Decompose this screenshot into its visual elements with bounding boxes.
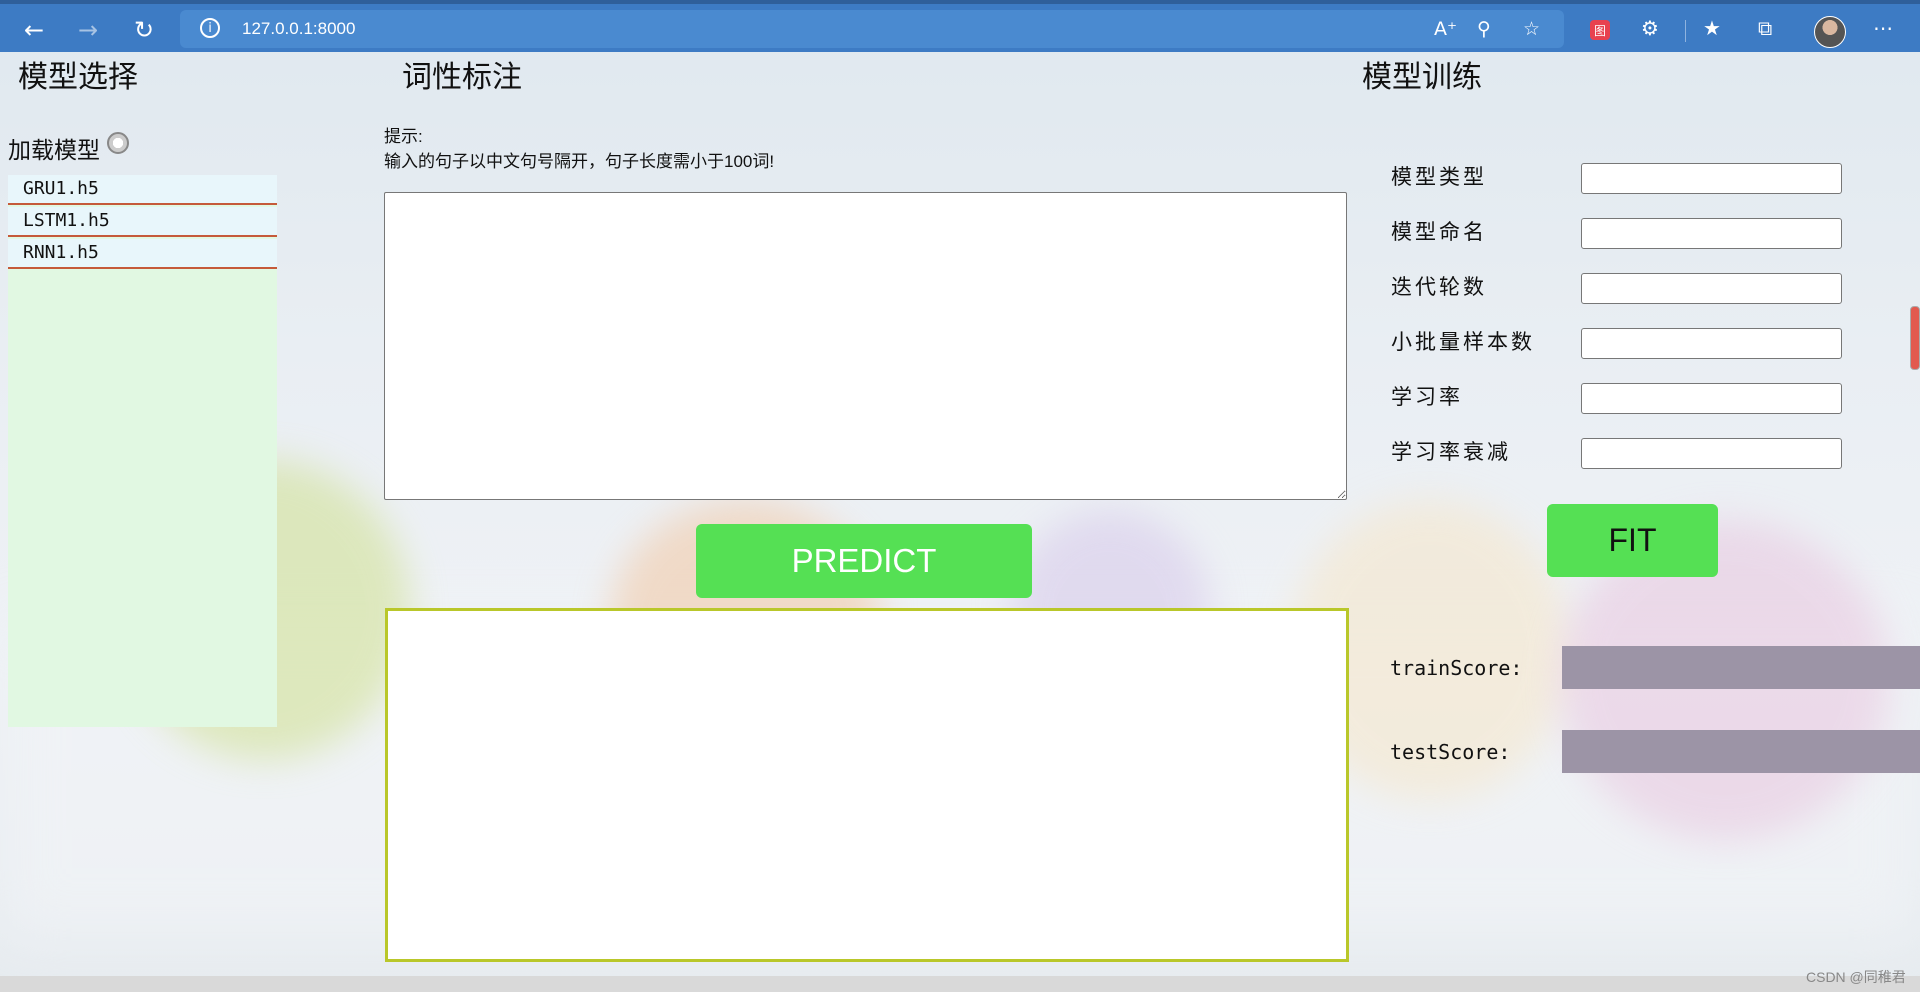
favorite-add-icon[interactable]: ☆ (1523, 18, 1540, 40)
pos-tagging-title: 词性标注 (402, 60, 522, 95)
batch-size-input[interactable] (1581, 328, 1842, 359)
address-bar[interactable]: i 127.0.0.1:8000 A⁺ ⚲ ☆ (180, 10, 1564, 48)
predict-button[interactable]: PREDICT (696, 524, 1032, 598)
forward-icon[interactable]: → (70, 12, 106, 48)
learning-rate-label: 学习率 (1391, 385, 1463, 409)
read-aloud-icon[interactable]: A⁺ (1434, 18, 1457, 40)
watermark: CSDN @同稚君 (1806, 969, 1906, 985)
train-score-value (1562, 646, 1920, 689)
model-name-input[interactable] (1581, 218, 1842, 249)
test-score-label: testScore: (1390, 740, 1511, 764)
lr-decay-input[interactable] (1581, 438, 1842, 469)
loading-spinner-icon[interactable] (107, 132, 129, 154)
fit-button[interactable]: FIT (1547, 504, 1718, 577)
extensions-puzzle-icon[interactable]: ⚙ (1641, 16, 1659, 40)
horizontal-scrollbar[interactable] (0, 976, 1920, 992)
favorites-icon[interactable]: ★ (1703, 16, 1721, 40)
load-model-label: 加载模型 (8, 138, 100, 164)
train-score-label: trainScore: (1390, 656, 1523, 680)
browser-toolbar: ← → ↻ i 127.0.0.1:8000 A⁺ ⚲ ☆ 图 ⚙ ★ ⧉ ⋯ (0, 0, 1920, 52)
site-info-icon[interactable]: i (200, 18, 220, 38)
batch-size-label: 小批量样本数 (1391, 330, 1535, 354)
model-type-label: 模型类型 (1391, 165, 1487, 189)
model-name-label: 模型命名 (1391, 220, 1487, 244)
model-training-title: 模型训练 (1362, 60, 1482, 95)
test-score-value (1562, 730, 1920, 773)
model-type-input[interactable] (1581, 163, 1842, 194)
list-item[interactable]: GRU1.h5 (8, 175, 277, 205)
toolbar-divider (1685, 20, 1686, 42)
hint-title: 提示: (384, 127, 423, 146)
lr-decay-label: 学习率衰减 (1391, 440, 1511, 464)
sentence-input[interactable] (384, 192, 1347, 500)
more-menu-icon[interactable]: ⋯ (1873, 16, 1893, 40)
prediction-output (385, 608, 1349, 962)
collections-icon[interactable]: ⧉ (1758, 16, 1772, 40)
vertical-scrollbar-thumb[interactable] (1910, 306, 1920, 370)
list-item[interactable]: LSTM1.h5 (8, 207, 277, 237)
back-icon[interactable]: ← (16, 12, 52, 48)
zoom-icon[interactable]: ⚲ (1477, 18, 1491, 40)
reload-icon[interactable]: ↻ (126, 12, 162, 48)
hint-text: 输入的句子以中文句号隔开，句子长度需小于100词! (384, 152, 775, 171)
address-url[interactable]: 127.0.0.1:8000 (242, 19, 355, 39)
learning-rate-input[interactable] (1581, 383, 1842, 414)
list-item[interactable]: RNN1.h5 (8, 239, 277, 269)
extension-icon[interactable]: 图 (1590, 20, 1610, 40)
profile-avatar[interactable] (1814, 16, 1846, 48)
epochs-label: 迭代轮数 (1391, 275, 1487, 299)
epochs-input[interactable] (1581, 273, 1842, 304)
model-select-title: 模型选择 (18, 60, 138, 95)
model-list: GRU1.h5 LSTM1.h5 RNN1.h5 (8, 175, 277, 727)
